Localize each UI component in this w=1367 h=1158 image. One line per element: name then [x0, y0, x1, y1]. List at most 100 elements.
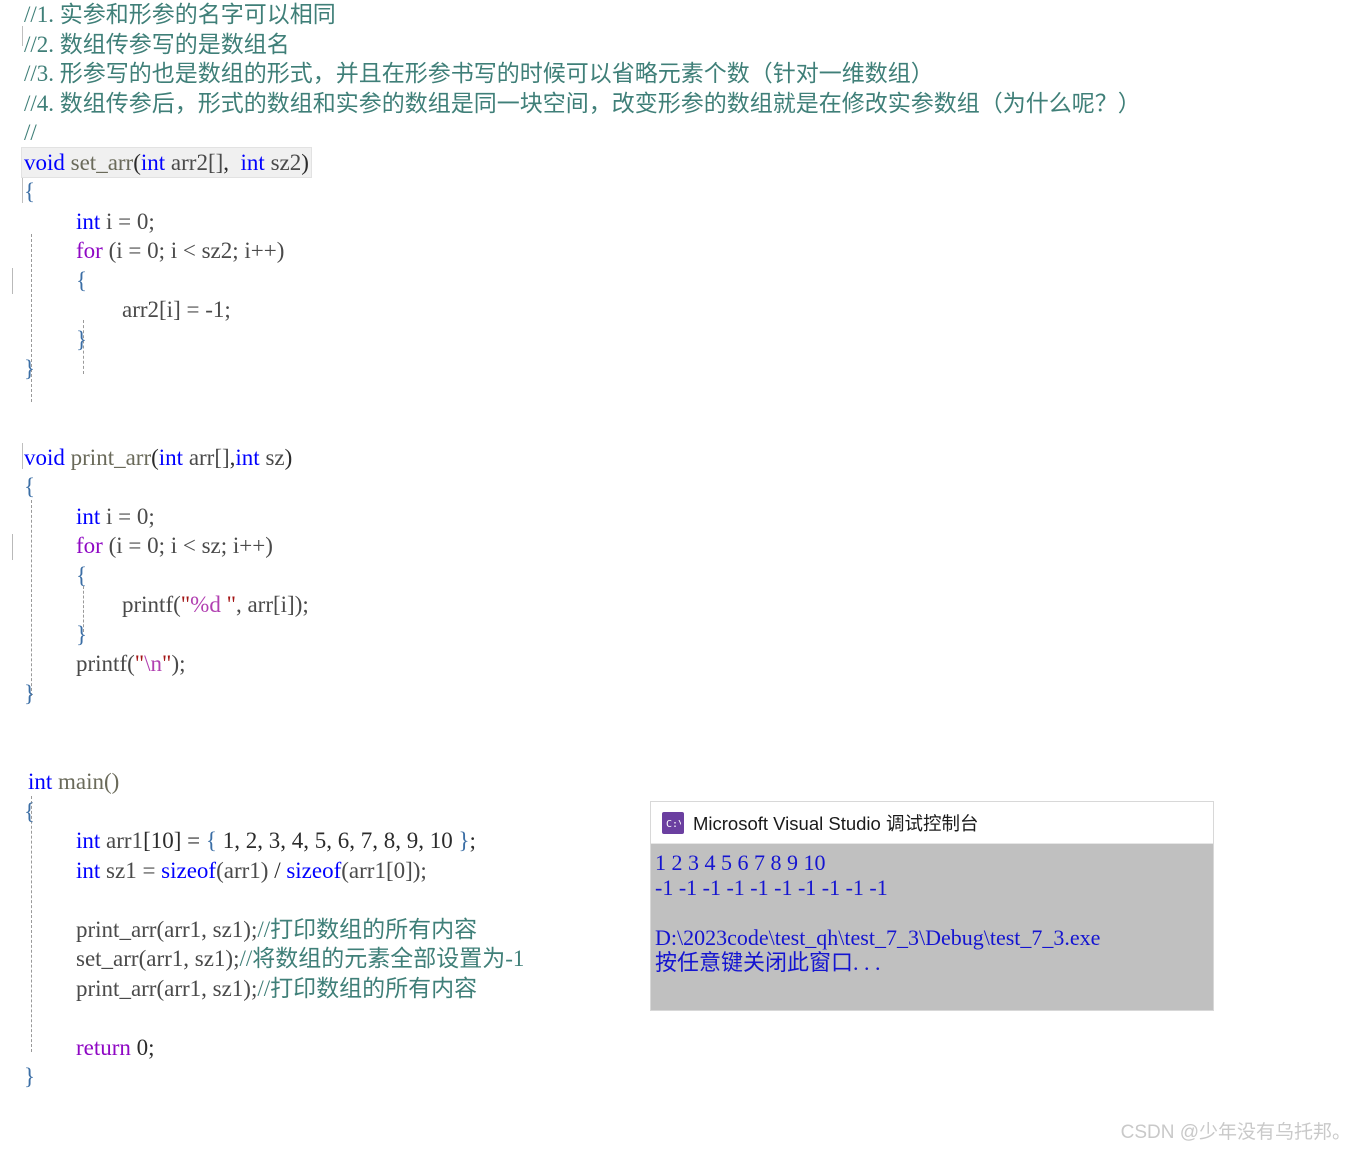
keyword-void: void [24, 444, 65, 470]
paren-open: ( [133, 149, 141, 175]
comment-text: //1. 实参和形参的名字可以相同 [24, 2, 336, 27]
signature-highlight: void set_arr(int arr2[], int sz2) [22, 147, 311, 177]
array-size: 10 [150, 828, 174, 853]
comment-text: //2. 数组传参写的是数组名 [24, 31, 290, 57]
code-line: } [0, 325, 1367, 355]
array-initializer-values: 1, 2, 3, 4, 5, 6, 7, 8, 9, 10 [216, 828, 459, 853]
code-line: { [0, 472, 1367, 502]
code-line: } [0, 620, 1367, 650]
comment-line: //2. 数组传参写的是数组名 [0, 30, 1367, 60]
brace-close: } [24, 1064, 36, 1089]
divide-operator: / [268, 857, 287, 883]
printf-call: printf( [76, 651, 135, 676]
string-quote: " [134, 651, 145, 676]
function-signature-main[interactable]: int main() [0, 767, 1367, 797]
console-titlebar[interactable]: C:\ Microsoft Visual Studio 调试控制台 [651, 802, 1213, 844]
keyword-int: int [140, 149, 166, 175]
code-line: printf("%d ", arr[i]); [0, 590, 1367, 620]
code-line: { [0, 177, 1367, 207]
sizeof-arg: (arr1[0]); [341, 857, 427, 883]
inline-comment: //将数组的元素全部设置为-1 [239, 946, 525, 971]
bracket-open: [ [143, 828, 151, 853]
comment-line: // [0, 118, 1367, 148]
brace-open: { [76, 267, 88, 293]
function-name: print_arr [64, 444, 152, 470]
sizeof-arg: (arr1) [216, 857, 269, 883]
keyword-int: int [76, 208, 101, 234]
param-arr: arr[] [183, 444, 230, 470]
paren-open: ( [151, 444, 159, 470]
printf-args: ); [171, 651, 186, 676]
brace-open: { [205, 828, 217, 853]
comment-text: // [24, 120, 37, 145]
keyword-int: int [28, 769, 53, 794]
function-name: set_arr [64, 149, 134, 175]
declaration-rest: i = 0; [100, 208, 155, 234]
brace-open: { [24, 798, 36, 824]
code-line: int i = 0; [0, 207, 1367, 237]
code-line: printf("\n"); [0, 649, 1367, 679]
function-signature-set-arr[interactable]: void set_arr(int arr2[], int sz2) [0, 147, 1367, 177]
console-window[interactable]: C:\ Microsoft Visual Studio 调试控制台 1 2 3 … [651, 802, 1213, 1010]
param-arr2: arr2[] [165, 149, 224, 175]
brace-close: } [458, 828, 470, 853]
comment-line: //4. 数组传参后，形式的数组和实参的数组是同一块空间，改变形参的数组就是在修… [0, 89, 1367, 119]
brace-open: { [24, 179, 36, 204]
paren-close: ) [284, 444, 293, 470]
printf-args: , arr[i]); [235, 592, 309, 617]
console-title-text: Microsoft Visual Studio 调试控制台 [693, 812, 979, 834]
inline-comment: //打印数组的所有内容 [257, 975, 478, 1001]
console-output: 1 2 3 4 5 6 7 8 9 10 -1 -1 -1 -1 -1 -1 -… [651, 844, 1213, 975]
command-prompt-icon: C:\ [662, 811, 684, 834]
code-line: int i = 0; [0, 502, 1367, 532]
code-line: { [0, 561, 1367, 591]
console-exe-path: D:\2023code\test_qh\test_7_3\Debug\test_… [655, 925, 1101, 950]
semicolon: ; [469, 828, 476, 853]
param-sz2: sz2 [264, 149, 302, 175]
function-signature-print-arr[interactable]: void print_arr(int arr[],int sz) [0, 443, 1367, 473]
keyword-sizeof: sizeof [161, 857, 217, 883]
printf-call: printf( [122, 592, 181, 617]
escape-sequence: \n [144, 651, 163, 676]
code-line: for (i = 0; i < sz2; i++) [0, 236, 1367, 266]
keyword-int: int [76, 503, 101, 529]
keyword-int: int [76, 828, 101, 853]
csdn-watermark: CSDN @少年没有乌托邦。 [1120, 1122, 1351, 1143]
code-line: arr2[i] = -1; [0, 295, 1367, 325]
for-clause: (i = 0; i < sz2; i++) [102, 238, 285, 263]
brace-close: } [24, 680, 36, 706]
return-value: 0; [130, 1034, 155, 1060]
code-line: } [0, 1062, 1367, 1092]
declaration-rest: i = 0; [100, 503, 155, 529]
variable-sz1: sz1 = [100, 857, 162, 883]
keyword-void: void [24, 149, 65, 175]
keyword-int: int [158, 444, 184, 470]
code-line: { [0, 266, 1367, 296]
keyword-for: for [76, 533, 103, 558]
inline-comment: //打印数组的所有内容 [257, 916, 478, 942]
paren-close: ) [301, 149, 309, 175]
comma: , [223, 149, 241, 175]
string-quote: " [220, 592, 236, 617]
comment-text: //3. 形参写的也是数组的形式，并且在形参书写的时候可以省略元素个数（针对一维… [24, 61, 934, 86]
console-output-line: -1 -1 -1 -1 -1 -1 -1 -1 -1 -1 [655, 875, 888, 900]
comment-line: //3. 形参写的也是数组的形式，并且在形参书写的时候可以省略元素个数（针对一维… [0, 59, 1367, 89]
call-print-arr: print_arr(arr1, sz1); [76, 975, 258, 1001]
for-clause: (i = 0; i < sz; i++) [102, 533, 273, 558]
comment-text: //4. 数组传参后，形式的数组和实参的数组是同一块空间，改变形参的数组就是在修… [24, 90, 1141, 116]
call-set-arr: set_arr(arr1, sz1); [76, 946, 240, 971]
brace-close: } [24, 356, 36, 381]
brace-close: } [76, 621, 88, 647]
brace-open: { [24, 474, 36, 499]
code-line: return 0; [0, 1033, 1367, 1063]
console-output-line: 1 2 3 4 5 6 7 8 9 10 [655, 850, 826, 875]
keyword-return: return [76, 1034, 131, 1060]
keyword-int: int [235, 444, 260, 470]
keyword-int: int [76, 857, 101, 883]
code-line: for (i = 0; i < sz; i++) [0, 531, 1367, 561]
